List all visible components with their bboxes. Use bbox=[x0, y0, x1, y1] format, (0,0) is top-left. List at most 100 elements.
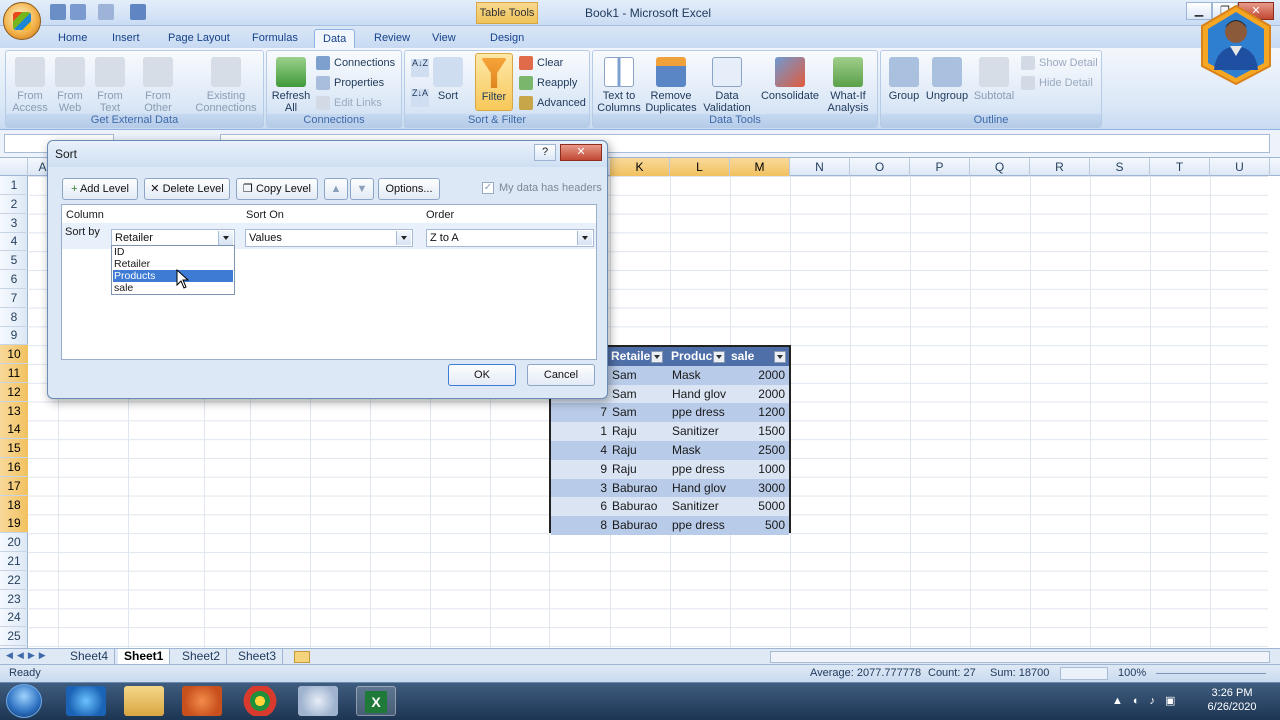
table-cell-product[interactable]: ppe dress bbox=[672, 403, 730, 422]
row-header[interactable]: 7 bbox=[0, 289, 28, 308]
edit-links-button[interactable]: Edit Links bbox=[316, 95, 382, 111]
row-header[interactable]: 12 bbox=[0, 382, 28, 402]
table-cell-id[interactable]: 3 bbox=[551, 479, 609, 498]
table-cell-sale[interactable]: 2000 bbox=[731, 366, 787, 385]
table-cell-product[interactable]: Hand glov bbox=[672, 479, 730, 498]
insert-sheet-icon[interactable] bbox=[294, 651, 310, 663]
row-header[interactable]: 8 bbox=[0, 308, 28, 327]
remove-duplicates-button[interactable]: Remove Duplicates bbox=[645, 57, 697, 114]
table-cell-sale[interactable]: 2500 bbox=[731, 441, 787, 460]
from-access-button[interactable]: From Access bbox=[10, 57, 50, 114]
table-cell-product[interactable]: Hand glov bbox=[672, 385, 730, 404]
sort-za-button[interactable]: Z↓A bbox=[409, 89, 431, 107]
table-cell-id[interactable]: 7 bbox=[551, 403, 609, 422]
column-header-o[interactable]: O bbox=[850, 158, 910, 176]
table-cell-id[interactable]: 1 bbox=[551, 422, 609, 441]
row-header[interactable]: 23 bbox=[0, 590, 28, 609]
row-header[interactable]: 25 bbox=[0, 627, 28, 647]
table-cell-product[interactable]: Mask bbox=[672, 441, 730, 460]
copy-level-button[interactable]: ❐ Copy Level bbox=[236, 178, 318, 200]
move-up-button[interactable]: ▲ bbox=[324, 178, 348, 200]
sheet-tab-sheet4[interactable]: Sheet4 bbox=[64, 649, 116, 665]
zoom-level[interactable]: 100% bbox=[1118, 667, 1146, 679]
existing-connections-button[interactable]: Existing Connections bbox=[192, 57, 260, 114]
table-cell-sale[interactable]: 1000 bbox=[731, 460, 787, 479]
sheet-nav-arrows-icon[interactable]: ◀◀▶▶ bbox=[6, 650, 50, 661]
row-header[interactable]: 22 bbox=[0, 571, 28, 590]
headers-checkbox[interactable]: ✓ bbox=[482, 182, 494, 194]
advanced-button[interactable]: Advanced bbox=[519, 95, 586, 111]
print-preview-icon[interactable] bbox=[130, 4, 146, 20]
cancel-button[interactable]: Cancel bbox=[527, 364, 595, 386]
column-header-m[interactable]: M bbox=[730, 158, 790, 176]
row-header[interactable]: 13 bbox=[0, 401, 28, 421]
tab-review[interactable]: Review bbox=[366, 29, 418, 48]
table-cell-sale[interactable]: 5000 bbox=[731, 497, 787, 516]
sheet-tab-sheet2[interactable]: Sheet2 bbox=[176, 649, 228, 665]
column-header-r[interactable]: R bbox=[1030, 158, 1090, 176]
clock[interactable]: 3:26 PM 6/26/2020 bbox=[1198, 686, 1266, 714]
table-cell-sale[interactable]: 2000 bbox=[731, 385, 787, 404]
tab-insert[interactable]: Insert bbox=[104, 29, 148, 48]
row-header[interactable]: 21 bbox=[0, 552, 28, 571]
column-header-k[interactable]: K bbox=[610, 158, 670, 176]
tray-icons[interactable]: ▲◐♪▣ bbox=[1112, 694, 1192, 708]
column-header-u[interactable]: U bbox=[1210, 158, 1270, 176]
table-cell-id[interactable]: 4 bbox=[551, 441, 609, 460]
table-row[interactable]: 4 Raju Mask 2500 bbox=[551, 441, 789, 460]
column-header-n[interactable]: N bbox=[790, 158, 850, 176]
column-header-l[interactable]: L bbox=[670, 158, 730, 176]
column-header-t[interactable]: T bbox=[1150, 158, 1210, 176]
internet-explorer-icon[interactable] bbox=[66, 686, 106, 716]
row-header[interactable]: 14 bbox=[0, 420, 28, 440]
office-button[interactable] bbox=[3, 2, 41, 40]
table-cell-retailer[interactable]: Sam bbox=[612, 385, 670, 404]
row-header[interactable]: 6 bbox=[0, 270, 28, 289]
filter-dropdown-icon[interactable] bbox=[713, 350, 726, 363]
table-cell-id[interactable]: 9 bbox=[551, 460, 609, 479]
table-row[interactable]: 8 Baburao ppe dress 500 bbox=[551, 516, 789, 535]
add-level-button[interactable]: + Add Level bbox=[62, 178, 138, 200]
sort-button[interactable]: Sort bbox=[433, 57, 463, 102]
from-text-button[interactable]: From Text bbox=[90, 57, 130, 114]
chevron-down-icon[interactable] bbox=[577, 231, 592, 245]
table-cell-retailer[interactable]: Sam bbox=[612, 366, 670, 385]
tab-home[interactable]: Home bbox=[50, 29, 95, 48]
table-cell-retailer[interactable]: Baburao bbox=[612, 479, 670, 498]
save-icon[interactable] bbox=[50, 4, 66, 20]
filter-dropdown-icon[interactable] bbox=[774, 350, 787, 363]
tab-view[interactable]: View bbox=[424, 29, 464, 48]
sheet-tab-sheet1[interactable]: Sheet1 bbox=[118, 649, 171, 665]
option-sale[interactable]: sale bbox=[113, 282, 233, 294]
file-explorer-icon[interactable] bbox=[124, 686, 164, 716]
order-select[interactable]: Z to A bbox=[426, 229, 594, 247]
option-retailer[interactable]: Retailer bbox=[113, 258, 233, 270]
table-cell-retailer[interactable]: Sam bbox=[612, 403, 670, 422]
table-row[interactable]: 7 Sam ppe dress 1200 bbox=[551, 403, 789, 423]
row-header[interactable]: 18 bbox=[0, 495, 28, 515]
options-button[interactable]: Options... bbox=[378, 178, 440, 200]
row-header[interactable]: 2 bbox=[0, 195, 28, 214]
row-header[interactable]: 9 bbox=[0, 326, 28, 346]
ungroup-button[interactable]: Ungroup bbox=[925, 57, 969, 102]
sheet-tab-sheet3[interactable]: Sheet3 bbox=[232, 649, 284, 665]
option-products[interactable]: Products bbox=[113, 270, 233, 282]
table-cell-retailer[interactable]: Baburao bbox=[612, 497, 670, 516]
move-down-button[interactable]: ▼ bbox=[350, 178, 374, 200]
row-header[interactable]: 20 bbox=[0, 533, 28, 553]
tab-page-layout[interactable]: Page Layout bbox=[160, 29, 238, 48]
ok-button[interactable]: OK bbox=[448, 364, 516, 386]
select-all-corner[interactable] bbox=[0, 158, 28, 176]
tab-data[interactable]: Data bbox=[314, 29, 356, 48]
undo-icon[interactable] bbox=[70, 4, 86, 20]
table-row[interactable]: 1 Raju Sanitizer 1500 bbox=[551, 422, 789, 441]
table-cell-sale[interactable]: 3000 bbox=[731, 479, 787, 498]
table-cell-product[interactable]: Sanitizer bbox=[672, 422, 730, 441]
row-header[interactable]: 15 bbox=[0, 439, 28, 459]
show-detail-button[interactable]: Show Detail bbox=[1021, 55, 1098, 71]
table-cell-sale[interactable]: 500 bbox=[731, 516, 787, 535]
table-cell-retailer[interactable]: Raju bbox=[612, 422, 670, 441]
what-if-analysis-button[interactable]: What-If Analysis bbox=[823, 57, 873, 114]
row-header[interactable]: 24 bbox=[0, 608, 28, 628]
refresh-all-button[interactable]: Refresh All bbox=[270, 57, 312, 114]
